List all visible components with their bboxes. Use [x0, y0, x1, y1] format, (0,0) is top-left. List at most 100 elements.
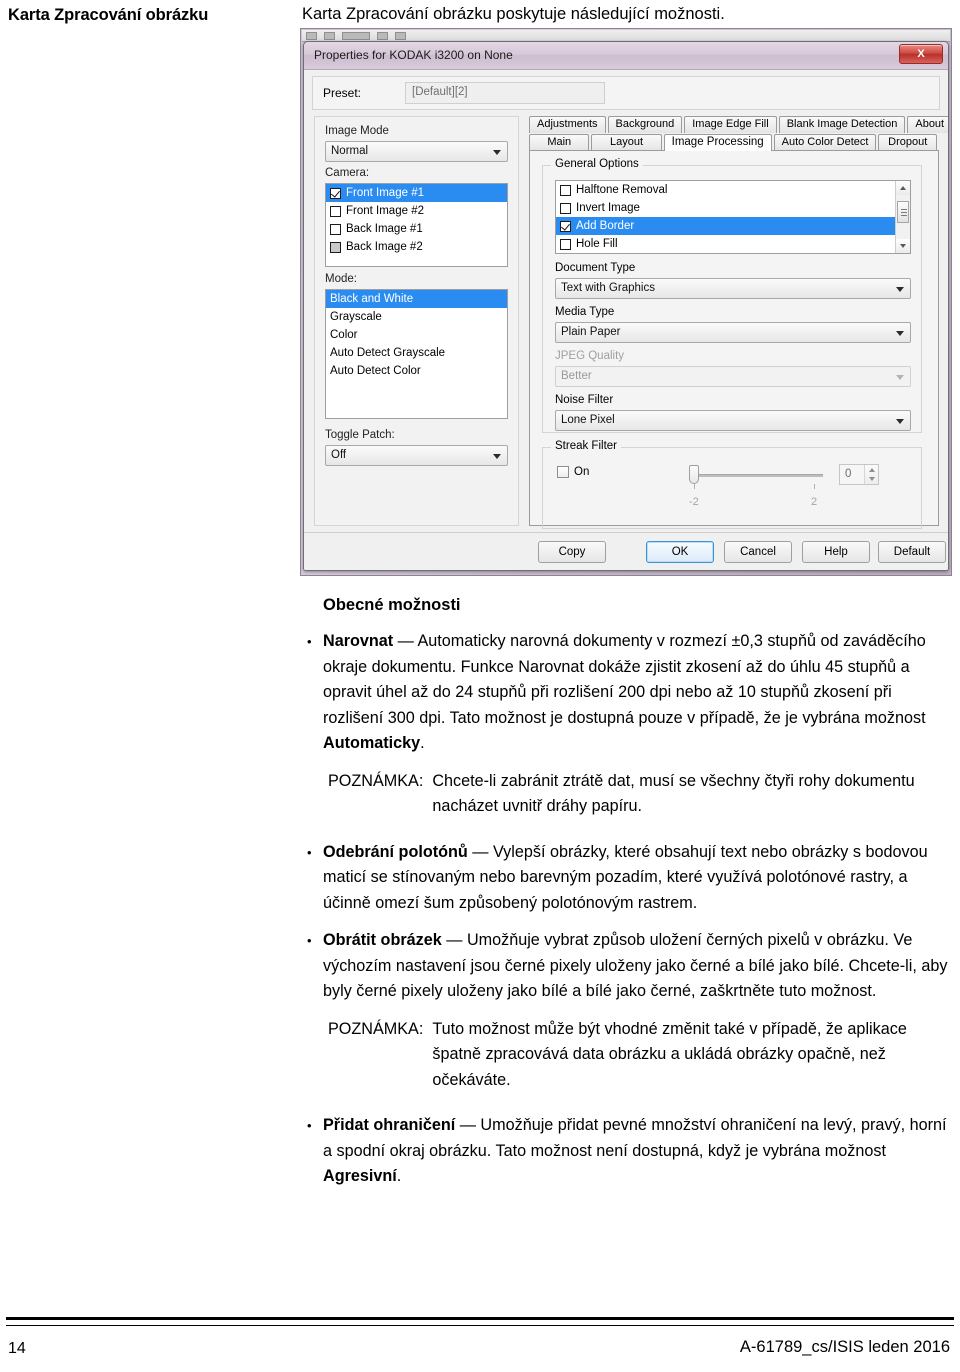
scrollbar-thumb[interactable] — [897, 201, 909, 223]
preset-input[interactable]: [Default][2] — [405, 82, 605, 104]
term-odebrani-polotonu: Odebrání polotónů — [323, 842, 468, 861]
list-item-label: Back Image #1 — [346, 223, 423, 235]
list-item-label: Front Image #2 — [346, 205, 424, 217]
list-item[interactable]: Auto Detect Grayscale — [326, 344, 507, 362]
default-button[interactable]: Default — [878, 541, 946, 563]
streak-filter-slider-track[interactable] — [693, 474, 823, 477]
help-button[interactable]: Help — [802, 541, 870, 563]
bullet-narovnat: Narovnat — Automaticky narovná dokumenty… — [307, 629, 955, 757]
tab-auto-color-detect[interactable]: Auto Color Detect — [773, 134, 877, 151]
list-item[interactable]: Black and White — [326, 290, 507, 308]
note-label: POZNÁMKA: — [328, 1019, 424, 1038]
toggle-patch-label: Toggle Patch: — [325, 429, 395, 441]
copy-button[interactable]: Copy — [538, 541, 606, 563]
preset-label: Preset: — [323, 86, 362, 100]
tab-image-edge-fill[interactable]: Image Edge Fill — [684, 116, 777, 133]
list-item[interactable]: Color — [326, 326, 507, 344]
note-text: Tuto možnost může být vhodné změnit také… — [432, 1019, 907, 1089]
streak-filter-value-stepper[interactable]: 0 — [839, 464, 879, 485]
slider-max-label: 2 — [811, 496, 818, 508]
checkbox-icon[interactable] — [330, 205, 341, 217]
streak-filter-on-checkbox[interactable]: On — [557, 466, 589, 478]
stepper-buttons[interactable] — [864, 465, 878, 484]
ok-button[interactable]: OK — [646, 541, 714, 563]
list-item[interactable]: Back Image #1 — [326, 220, 507, 238]
dialog-button-bar: Copy OK Cancel Help Default — [304, 532, 948, 570]
list-item-label: Auto Detect Color — [330, 365, 421, 377]
mode-listbox[interactable]: Black and White Grayscale Color Auto Det… — [325, 289, 508, 419]
noise-filter-select[interactable]: Lone Pixel — [555, 410, 911, 431]
bullet-obratit-obrazek: Obrátit obrázek — Umožňuje vybrat způsob… — [307, 928, 955, 1005]
list-item[interactable]: Front Image #2 — [326, 202, 507, 220]
chevron-down-icon — [493, 454, 501, 459]
list-item-label: Halftone Removal — [576, 184, 668, 196]
page-number: 14 — [8, 1340, 26, 1357]
checkbox-icon[interactable] — [330, 241, 341, 253]
scroll-down-icon[interactable] — [896, 239, 910, 253]
checkbox-icon[interactable] — [560, 220, 571, 232]
checkbox-icon[interactable] — [330, 187, 341, 199]
tab-dropout[interactable]: Dropout — [878, 134, 937, 151]
dialog-title: Properties for KODAK i3200 on None — [314, 48, 513, 62]
slider-tick-min — [694, 484, 695, 489]
streak-filter-on-label: On — [574, 466, 590, 478]
scroll-up-icon[interactable] — [896, 181, 910, 195]
checkbox-icon[interactable] — [560, 202, 571, 214]
term-narovnat: Narovnat — [323, 632, 394, 650]
em-dash: — — [441, 931, 467, 949]
tab-adjustments[interactable]: Adjustments — [529, 116, 606, 133]
checkbox-icon[interactable] — [560, 238, 571, 250]
general-options-listbox[interactable]: Halftone Removal Invert Image Add Border — [555, 180, 911, 254]
tab-layout[interactable]: Layout — [591, 134, 662, 151]
image-mode-select[interactable]: Normal — [325, 141, 508, 162]
noise-filter-value: Lone Pixel — [561, 414, 615, 426]
right-settings-pane: Adjustments Background Image Edge Fill B… — [529, 116, 948, 529]
streak-filter-label: Streak Filter — [551, 440, 621, 452]
streak-filter-group: Streak Filter On -2 2 0 — [542, 440, 922, 529]
preset-group: Preset: [Default][2] — [312, 76, 940, 110]
note-label: POZNÁMKA: — [328, 771, 424, 790]
camera-label: Camera: — [325, 167, 370, 179]
list-item-label: Grayscale — [330, 311, 382, 323]
term-automaticky: Automaticky — [323, 734, 421, 752]
list-item[interactable]: Back Image #2 — [326, 238, 507, 256]
media-type-select[interactable]: Plain Paper — [555, 322, 911, 343]
cancel-button[interactable]: Cancel — [724, 541, 792, 563]
section-heading: Obecné možnosti — [323, 596, 461, 614]
camera-listbox[interactable]: Front Image #1 Front Image #2 Back Image… — [325, 183, 508, 267]
list-item[interactable]: Hole Fill — [556, 235, 910, 253]
general-options-label: General Options — [551, 158, 643, 170]
streak-filter-slider-thumb[interactable] — [689, 465, 699, 484]
checkbox-icon[interactable] — [560, 184, 571, 196]
document-page: Karta Zpracování obrázku Karta Zpracován… — [0, 0, 960, 1372]
document-type-select[interactable]: Text with Graphics — [555, 278, 911, 299]
intro-sentence: Karta Zpracování obrázku poskytuje násle… — [302, 5, 725, 23]
listbox-scrollbar[interactable] — [895, 181, 910, 253]
tab-main[interactable]: Main — [529, 134, 590, 151]
checkbox-icon[interactable] — [557, 466, 569, 478]
bullet-pridat-ohraniceni: Přidat ohraničení — Umožňuje přidat pevn… — [307, 1113, 955, 1190]
list-item[interactable]: Auto Detect Color — [326, 362, 507, 380]
mode-label: Mode: — [325, 273, 357, 285]
list-item[interactable]: Halftone Removal — [556, 181, 910, 199]
tab-row-lower: Main Layout Image Processing Auto Color … — [529, 134, 939, 151]
jpeg-quality-label: JPEG Quality — [555, 350, 625, 362]
list-item[interactable]: Front Image #1 — [326, 184, 507, 202]
list-item[interactable]: Grayscale — [326, 308, 507, 326]
tab-background[interactable]: Background — [607, 116, 683, 133]
image-mode-label: Image Mode — [325, 125, 389, 137]
tab-panel-image-processing: General Options Halftone Removal Invert … — [529, 150, 939, 529]
list-item[interactable]: Invert Image — [556, 199, 910, 217]
term-obratit-obrazek: Obrátit obrázek — [323, 931, 442, 949]
list-item[interactable]: Add Border — [556, 217, 895, 235]
list-item-label: Color — [330, 329, 358, 341]
toggle-patch-select[interactable]: Off — [325, 445, 508, 466]
close-icon[interactable]: X — [899, 44, 943, 64]
tab-blank-image-detection[interactable]: Blank Image Detection — [778, 116, 906, 133]
screenshot-figure: Properties for KODAK i3200 on None X Pre… — [300, 28, 952, 576]
tab-image-processing[interactable]: Image Processing — [663, 134, 772, 151]
dialog-body: Preset: [Default][2] Image Mode Normal C… — [304, 70, 948, 570]
checkbox-icon[interactable] — [330, 223, 341, 235]
tab-about[interactable]: About — [907, 116, 948, 133]
dialog-title-bar: Properties for KODAK i3200 on None X — [304, 42, 948, 70]
